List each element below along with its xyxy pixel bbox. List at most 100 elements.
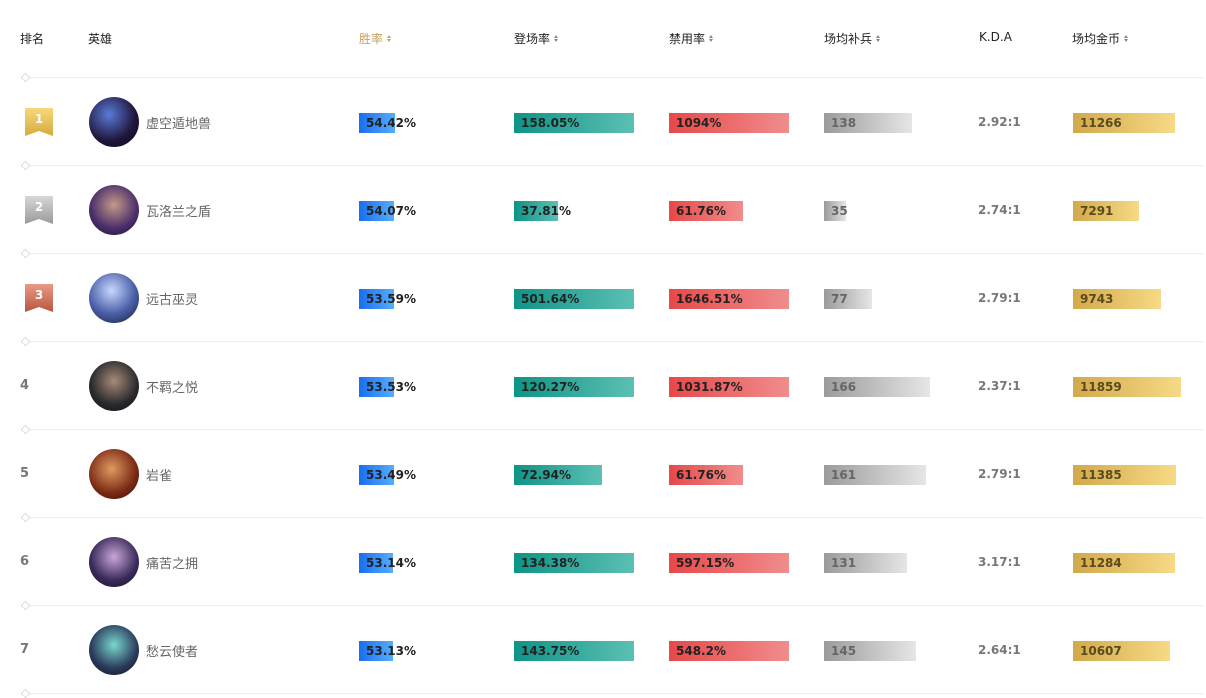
table-row[interactable]: 3 远古巫灵 53.59% 501.64% 1646.51% 77 9743 2.79:1 (0, 253, 1206, 341)
hero-name[interactable]: 痛苦之拥 (146, 553, 198, 572)
header-avg-cs-label: 场均补兵 (824, 32, 873, 46)
rank-badge-icon: 3 (25, 284, 53, 312)
gold-bar: 10607 (1073, 641, 1183, 661)
hero-name[interactable]: 远古巫灵 (146, 289, 198, 308)
table-row[interactable]: 7 愁云使者 53.13% 143.75% 548.2% 145 10607 2.64:1 (0, 605, 1206, 693)
hero-avatar[interactable] (89, 273, 139, 323)
sort-avg-gold[interactable]: 场均金币 (1072, 30, 1129, 47)
sort-icon (554, 35, 559, 42)
win-value: 54.07% (366, 204, 416, 218)
win-bar: 54.42% (359, 113, 425, 133)
rank-badge-icon: 2 (25, 196, 53, 224)
cs-bar: 131 (824, 553, 944, 573)
kda-value: 2.92:1 (978, 115, 1021, 129)
hero-name[interactable]: 虚空遁地兽 (146, 113, 211, 132)
cs-bar: 138 (824, 113, 944, 133)
win-value: 54.42% (366, 116, 416, 130)
kda-value: 3.17:1 (978, 555, 1021, 569)
cs-bar: 77 (824, 289, 944, 309)
pick-bar: 143.75% (514, 641, 634, 661)
table-row[interactable]: 5 岩雀 53.49% 72.94% 61.76% 161 11385 2.79:1 (0, 429, 1206, 517)
win-value: 53.49% (366, 468, 416, 482)
table-row[interactable]: 6 痛苦之拥 53.14% 134.38% 597.15% 131 11284 3.17:1 (0, 517, 1206, 605)
ban-bar: 61.76% (669, 465, 789, 485)
rank-number: 4 (20, 378, 30, 393)
ban-bar: 1031.87% (669, 377, 789, 397)
ban-bar: 548.2% (669, 641, 789, 661)
win-bar: 53.53% (359, 377, 425, 397)
hero-avatar[interactable] (89, 361, 139, 411)
win-bar: 53.13% (359, 641, 425, 661)
ban-bar: 61.76% (669, 201, 789, 221)
hero-avatar[interactable] (89, 449, 139, 499)
pick-bar: 134.38% (514, 553, 634, 573)
hero-avatar[interactable] (89, 97, 139, 147)
ban-value: 61.76% (676, 468, 726, 482)
kda-value: 2.64:1 (978, 643, 1021, 657)
gold-bar: 9743 (1073, 289, 1183, 309)
cs-value: 35 (831, 204, 848, 218)
header-kda: K.D.A (979, 30, 1012, 44)
sort-icon (709, 35, 714, 42)
hero-avatar[interactable] (89, 537, 139, 587)
table-row[interactable]: 1 虚空遁地兽 54.42% 158.05% 1094% 138 11266 2.92:1 (0, 77, 1206, 165)
hero-name[interactable]: 岩雀 (146, 465, 172, 484)
hero-name[interactable]: 愁云使者 (146, 641, 198, 660)
ban-bar: 1646.51% (669, 289, 789, 309)
sort-avg-cs[interactable]: 场均补兵 (824, 30, 881, 47)
win-bar: 54.07% (359, 201, 425, 221)
cs-value: 77 (831, 292, 848, 306)
kda-value: 2.79:1 (978, 291, 1021, 305)
gold-value: 10607 (1080, 644, 1122, 658)
gold-value: 11266 (1080, 116, 1122, 130)
sort-icon (387, 35, 392, 42)
table-row[interactable]: 4 不羁之悦 53.53% 120.27% 1031.87% 166 11859 2.37:1 (0, 341, 1206, 429)
gold-bar: 11266 (1073, 113, 1183, 133)
hero-avatar[interactable] (89, 625, 139, 675)
win-bar: 53.14% (359, 553, 425, 573)
header-kda-label: K.D.A (979, 30, 1012, 44)
rank-number: 6 (20, 554, 30, 569)
sort-ban-rate[interactable]: 禁用率 (669, 30, 714, 47)
ban-value: 1646.51% (676, 292, 743, 306)
cs-bar: 161 (824, 465, 944, 485)
sort-icon (1124, 35, 1129, 42)
cs-bar: 35 (824, 201, 944, 221)
ban-value: 548.2% (676, 644, 726, 658)
hero-name[interactable]: 不羁之悦 (146, 377, 198, 396)
win-value: 53.14% (366, 556, 416, 570)
pick-bar: 72.94% (514, 465, 634, 485)
header-hero-label: 英雄 (88, 32, 113, 46)
pick-value: 143.75% (521, 644, 580, 658)
header-rank-label: 排名 (20, 32, 45, 46)
pick-value: 72.94% (521, 468, 571, 482)
kda-value: 2.37:1 (978, 379, 1021, 393)
pick-value: 37.81% (521, 204, 571, 218)
ban-value: 597.15% (676, 556, 735, 570)
gold-bar: 7291 (1073, 201, 1183, 221)
win-bar: 53.59% (359, 289, 425, 309)
win-value: 53.59% (366, 292, 416, 306)
rank-number: 7 (20, 642, 30, 657)
kda-value: 2.74:1 (978, 203, 1021, 217)
cs-bar: 145 (824, 641, 944, 661)
hero-avatar[interactable] (89, 185, 139, 235)
gold-bar: 11859 (1073, 377, 1183, 397)
gold-value: 9743 (1080, 292, 1114, 306)
sort-pick-rate[interactable]: 登场率 (514, 30, 559, 47)
hero-name[interactable]: 瓦洛兰之盾 (146, 201, 211, 220)
ban-value: 1031.87% (676, 380, 743, 394)
row-divider (20, 688, 1203, 698)
cs-value: 161 (831, 468, 857, 482)
header-win-rate-label: 胜率 (359, 32, 384, 46)
gold-value: 7291 (1080, 204, 1114, 218)
pick-bar: 501.64% (514, 289, 634, 309)
pick-bar: 37.81% (514, 201, 634, 221)
sort-win-rate[interactable]: 胜率 (359, 30, 392, 47)
win-value: 53.53% (366, 380, 416, 394)
ban-bar: 597.15% (669, 553, 789, 573)
cs-value: 166 (831, 380, 857, 394)
header-rank: 排名 (20, 30, 44, 47)
cs-bar: 166 (824, 377, 944, 397)
table-row[interactable]: 2 瓦洛兰之盾 54.07% 37.81% 61.76% 35 7291 2.74:1 (0, 165, 1206, 253)
